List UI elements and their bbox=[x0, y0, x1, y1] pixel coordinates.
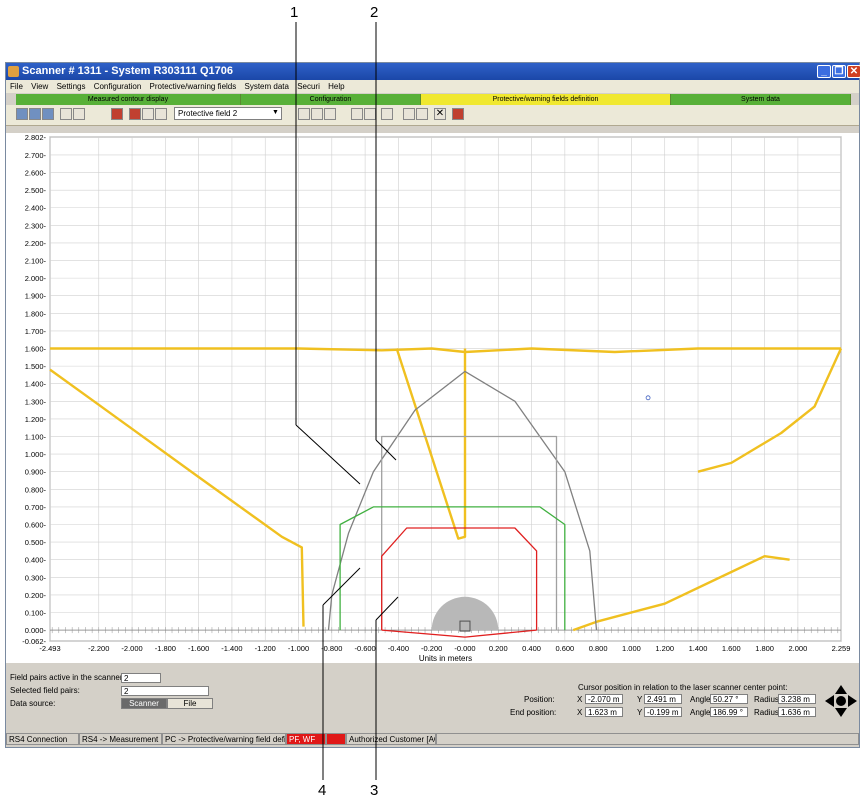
callout-lines bbox=[295, 22, 399, 780]
